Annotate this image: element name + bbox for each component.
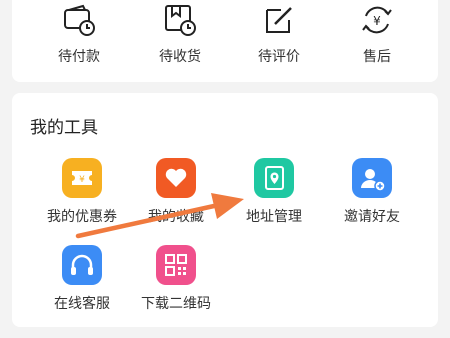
order-pending-receipt[interactable]: 待收货 (135, 2, 225, 66)
order-label: 售后 (363, 49, 391, 65)
tool-label: 下载二维码 (141, 296, 211, 312)
tool-label: 地址管理 (246, 209, 302, 225)
order-label: 待收货 (159, 49, 201, 65)
wallet-clock-icon (64, 4, 95, 36)
tool-label: 我的优惠券 (47, 209, 117, 225)
heart-icon (156, 158, 196, 198)
section-title: 我的工具 (30, 118, 98, 138)
order-after-sales[interactable]: ¥ 售后 (332, 2, 422, 66)
edit-review-icon (266, 7, 292, 33)
tool-my-coupons[interactable]: ¥ 我的优惠券 (36, 158, 128, 226)
my-tools-card: 我的工具 ¥ 我的优惠券 我的收藏 地址管理 邀请好友 在线客服 下载二维码 (12, 93, 438, 327)
tool-my-favorites[interactable]: 我的收藏 (130, 158, 222, 226)
tool-label: 邀请好友 (344, 209, 400, 225)
tool-online-service[interactable]: 在线客服 (36, 245, 128, 313)
order-label: 待评价 (258, 49, 300, 65)
order-label: 待付款 (58, 49, 100, 65)
invite-user-icon (352, 158, 392, 198)
yen-refund-icon: ¥ (362, 6, 392, 34)
tool-label: 我的收藏 (148, 209, 204, 225)
svg-text:¥: ¥ (79, 175, 85, 185)
tool-invite-friends[interactable]: 邀请好友 (326, 158, 418, 226)
svg-text:¥: ¥ (373, 14, 381, 28)
tool-address-management[interactable]: 地址管理 (228, 158, 320, 226)
order-status-card: 待付款 待收货 待评价 ¥ 售后 (12, 0, 438, 82)
package-clock-icon (165, 5, 196, 36)
coupon-icon: ¥ (62, 158, 102, 198)
headset-icon (62, 245, 102, 285)
order-pending-payment[interactable]: 待付款 (34, 2, 124, 66)
tool-download-qr[interactable]: 下载二维码 (130, 245, 222, 313)
address-book-icon (254, 158, 294, 198)
qr-code-icon (156, 245, 196, 285)
order-pending-review[interactable]: 待评价 (234, 2, 324, 66)
tool-label: 在线客服 (54, 296, 110, 312)
